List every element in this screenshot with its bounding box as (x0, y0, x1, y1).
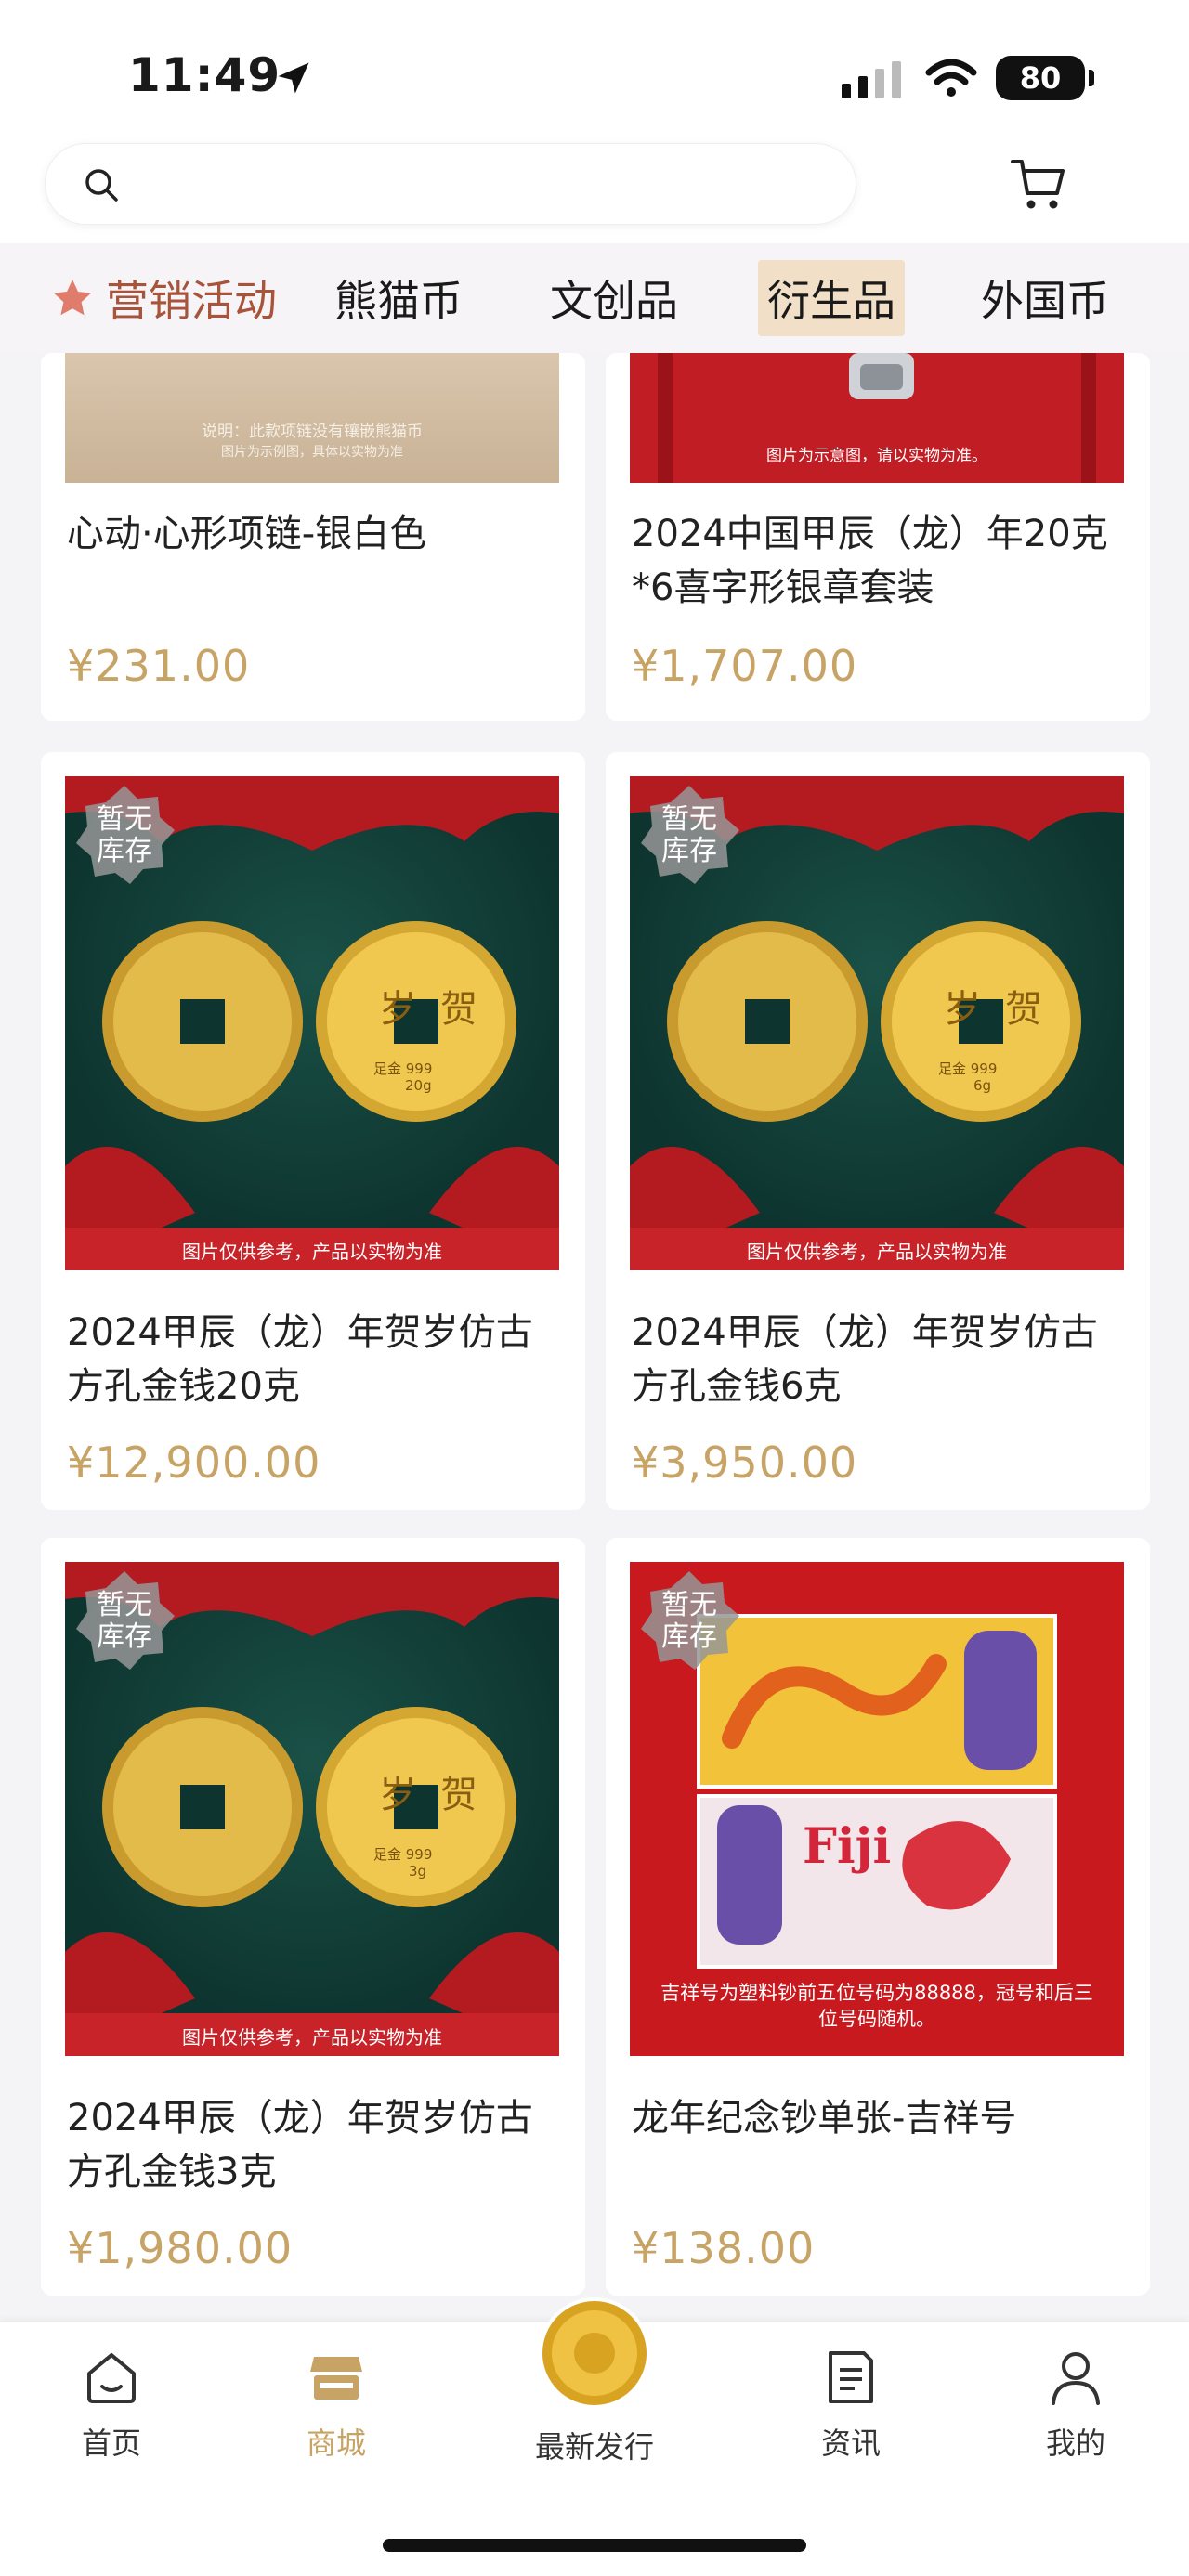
product-card[interactable]: 岁 贺 足金 999 3g 图片仅供参考，产品以实物为准 暂无库存 2024甲辰… (41, 1538, 585, 2296)
product-title: 2024甲辰（龙）年贺岁仿古方孔金钱3克 (67, 2097, 533, 2193)
product-image: 岁 贺 足金 999 20g 图片仅供参考，产品以实物为准 暂无库存 (65, 776, 559, 1270)
image-caption: 图片仅供参考，产品以实物为准 (182, 2026, 442, 2049)
store-icon (310, 2357, 362, 2400)
star-icon (54, 280, 91, 316)
out-of-stock-badge: 暂无库存 (634, 780, 745, 891)
product-price: ¥3,950.00 (632, 1438, 858, 1488)
bottom-tab-bar: 首页 商城 最新发行 资讯 我的 (0, 2297, 1189, 2576)
search-icon (85, 169, 118, 202)
product-image: 岁 贺 足金 999 6g 图片仅供参考，产品以实物为准 暂无库存 (630, 776, 1124, 1270)
svg-text:岁: 岁 (379, 988, 416, 1031)
product-price: ¥138.00 (632, 2223, 816, 2273)
cellular-signal-icon (842, 61, 901, 98)
tab-label: 营销活动 (106, 276, 277, 326)
tab-label: 外国币 (981, 276, 1109, 326)
tab-marketing[interactable]: 营销活动 (41, 260, 286, 336)
tab-label: 文创品 (550, 276, 678, 326)
product-card[interactable]: 岁 贺 足金 999 20g 图片仅供参考，产品以实物为准 暂无库存 2024甲… (41, 752, 585, 1510)
product-card[interactable]: 说明：此款项链没有镶嵌熊猫币 图片为示例图，具体以实物为准 心动·心形项链-银白… (41, 353, 585, 721)
silver-medal-box-icon (849, 353, 914, 399)
tab-panda-coins[interactable]: 熊猫币 (325, 260, 472, 336)
tab-derivatives[interactable]: 衍生品 (758, 260, 905, 336)
search-bar-row (0, 139, 1189, 243)
image-caption: 图片为示例图，具体以实物为准 (221, 445, 403, 460)
product-price: ¥1,707.00 (632, 641, 858, 691)
out-of-stock-badge: 暂无库存 (69, 1566, 180, 1677)
product-title: 龙年纪念钞单张-吉祥号 (632, 2097, 1017, 2140)
tab-cultural-products[interactable]: 文创品 (541, 260, 687, 336)
svg-text:岁: 岁 (379, 1774, 416, 1816)
product-title: 心动·心形项链-银白色 (67, 513, 427, 555)
badge-label: 暂无库存 (661, 1589, 717, 1653)
coin-weight-text: 6g (973, 1077, 992, 1094)
coin-weight-text: 20g (405, 1077, 432, 1094)
nav-label: 商城 (306, 2426, 366, 2461)
coin-fineness-text: 足金 999 (373, 1846, 433, 1863)
product-image: 图片为示意图，请以实物为准。 (630, 353, 1124, 483)
product-card[interactable]: Fiji 吉祥号为塑料钞前五位号码为88888，冠号和后三位号码随机。 暂无库存… (606, 1538, 1150, 2296)
tab-foreign-coins[interactable]: 外国币 (972, 260, 1118, 336)
shopping-cart-icon[interactable] (1009, 154, 1068, 214)
nav-label: 首页 (81, 2426, 141, 2461)
home-icon (87, 2353, 136, 2403)
product-image: Fiji 吉祥号为塑料钞前五位号码为88888，冠号和后三位号码随机。 暂无库存 (630, 1562, 1124, 2056)
nav-home[interactable]: 首页 (37, 2348, 186, 2463)
nav-label: 我的 (1045, 2426, 1105, 2461)
nav-mall[interactable]: 商城 (262, 2348, 411, 2463)
product-card[interactable]: 图片为示意图，请以实物为准。 2024中国甲辰（龙）年20克*6喜字形银章套装 … (606, 353, 1150, 721)
image-caption: 图片仅供参考，产品以实物为准 (182, 1241, 442, 1263)
badge-label: 暂无库存 (97, 1589, 152, 1653)
home-indicator (383, 2539, 806, 2552)
image-caption: 说明：此款项链没有镶嵌熊猫币 (202, 423, 423, 441)
user-icon (1052, 2352, 1100, 2405)
product-price: ¥12,900.00 (67, 1438, 321, 1488)
badge-label: 暂无库存 (97, 803, 152, 867)
product-title: 2024中国甲辰（龙）年20克*6喜字形银章套装 (632, 513, 1108, 609)
status-time: 11:49 (128, 48, 281, 102)
tab-label: 熊猫币 (334, 276, 463, 326)
status-bar: 11:49 80 (0, 0, 1189, 139)
tab-label: 衍生品 (767, 276, 895, 326)
coin-fineness-text: 足金 999 (938, 1060, 998, 1077)
nav-latest-release[interactable]: 最新发行 (520, 2296, 669, 2466)
nav-profile[interactable]: 我的 (1001, 2348, 1150, 2463)
coin-fineness-text: 足金 999 (373, 1060, 433, 1077)
product-image: 说明：此款项链没有镶嵌熊猫币 图片为示例图，具体以实物为准 (65, 353, 559, 483)
product-card[interactable]: 岁 贺 足金 999 6g 图片仅供参考，产品以实物为准 暂无库存 2024甲辰… (606, 752, 1150, 1510)
out-of-stock-badge: 暂无库存 (69, 780, 180, 891)
gold-coin-icon (539, 2297, 650, 2409)
nav-label: 资讯 (820, 2426, 881, 2461)
coin-weight-text: 3g (409, 1863, 427, 1880)
product-title: 2024甲辰（龙）年贺岁仿古方孔金钱20克 (67, 1311, 533, 1408)
battery-indicator: 80 (996, 56, 1094, 100)
banknote-country-label: Fiji (803, 1818, 892, 1875)
news-icon (829, 2351, 873, 2403)
battery-level: 80 (1019, 60, 1062, 96)
image-caption: 吉祥号为塑料钞前五位号码为88888，冠号和后三位号码随机。 (660, 1982, 1093, 2030)
image-caption: 图片仅供参考，产品以实物为准 (747, 1241, 1007, 1263)
out-of-stock-badge: 暂无库存 (634, 1566, 745, 1677)
image-caption: 图片为示意图，请以实物为准。 (766, 447, 987, 465)
svg-text:贺: 贺 (440, 1774, 477, 1816)
wifi-icon (925, 59, 977, 97)
product-price: ¥231.00 (67, 641, 251, 691)
badge-label: 暂无库存 (661, 803, 717, 867)
product-title: 2024甲辰（龙）年贺岁仿古方孔金钱6克 (632, 1311, 1098, 1408)
product-image: 岁 贺 足金 999 3g 图片仅供参考，产品以实物为准 暂无库存 (65, 1562, 559, 2056)
svg-text:岁: 岁 (944, 988, 981, 1031)
nav-label: 最新发行 (534, 2429, 654, 2465)
svg-text:贺: 贺 (1005, 988, 1042, 1031)
product-price: ¥1,980.00 (67, 2223, 294, 2273)
nav-news[interactable]: 资讯 (777, 2348, 925, 2463)
category-tabs: 营销活动 熊猫币 文创品 衍生品 外国币 (0, 243, 1189, 353)
svg-text:贺: 贺 (440, 988, 477, 1031)
location-arrow-icon (278, 62, 309, 94)
search-input[interactable] (45, 143, 856, 225)
